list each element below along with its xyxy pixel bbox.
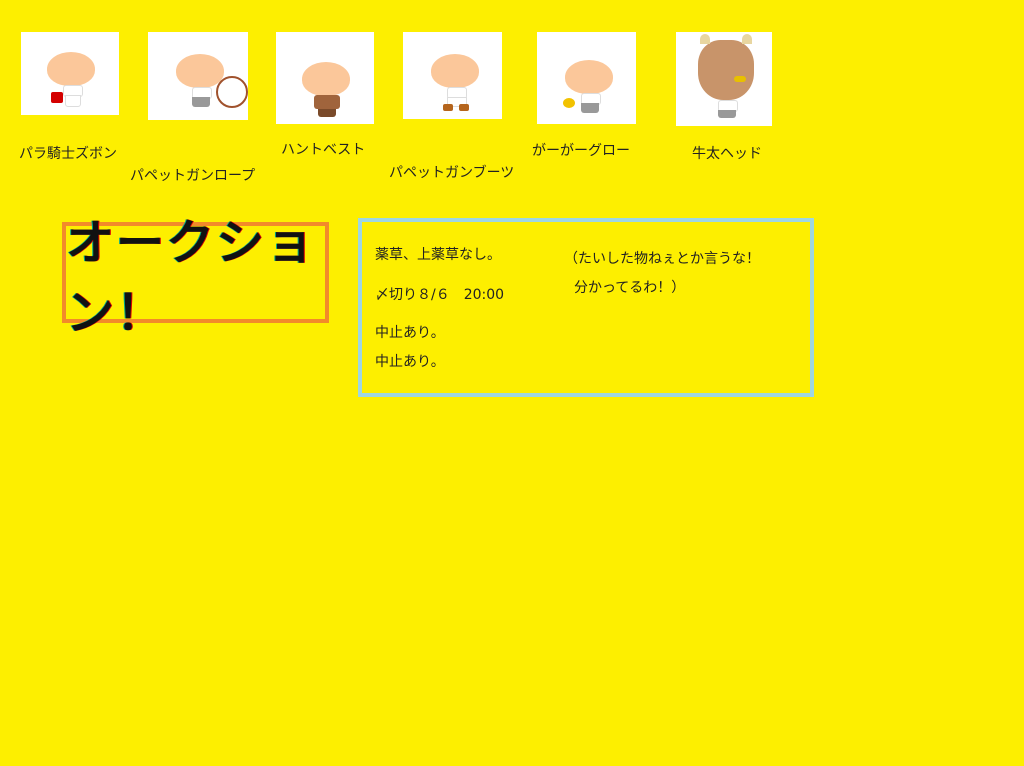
item-name: ハントベスト [281, 142, 366, 158]
auction-title-box: オークション！ [62, 214, 329, 341]
avatar-boots-icon [431, 54, 481, 114]
cancel-text: 中止あり。 [375, 325, 445, 341]
item-thumbnail [21, 32, 119, 115]
item-thumbnail [276, 32, 374, 124]
aside-text: 分かってるわ！） [574, 280, 686, 296]
avatar-duck-glove-icon [563, 60, 615, 120]
item-name: パラ騎士ズボン [19, 146, 117, 162]
avatar-vest-icon [302, 62, 352, 122]
auction-title: オークション！ [66, 214, 317, 341]
item-name: パペットガンロープ [130, 168, 256, 184]
aside-text: （たいした物ねぇとか言うな！ [564, 251, 760, 267]
auction-page: パラ騎士ズボン パペットガンロープ ハントベスト パペットガンブーツ がーがーグ… [0, 0, 1024, 766]
item-thumbnail [403, 32, 502, 119]
avatar-rope-icon [176, 54, 248, 114]
avatar-cow-head-icon [696, 34, 756, 122]
item-thumbnail [537, 32, 636, 124]
note-text: 薬草、上薬草なし。 [375, 247, 501, 263]
avatar-red-pants-icon [47, 52, 97, 110]
item-name: 牛太ヘッド [692, 146, 762, 162]
item-name: パペットガンブーツ [389, 165, 515, 181]
item-thumbnail [148, 32, 248, 120]
deadline-text: 〆切り８/６ 20:00 [375, 287, 505, 303]
item-thumbnail [676, 32, 772, 126]
item-name: がーがーグロー [532, 143, 630, 159]
cancel-text: 中止あり。 [375, 354, 445, 370]
auction-info-box: 薬草、上薬草なし。 〆切り８/６ 20:00 中止あり。 中止あり。 （たいした… [358, 218, 814, 397]
